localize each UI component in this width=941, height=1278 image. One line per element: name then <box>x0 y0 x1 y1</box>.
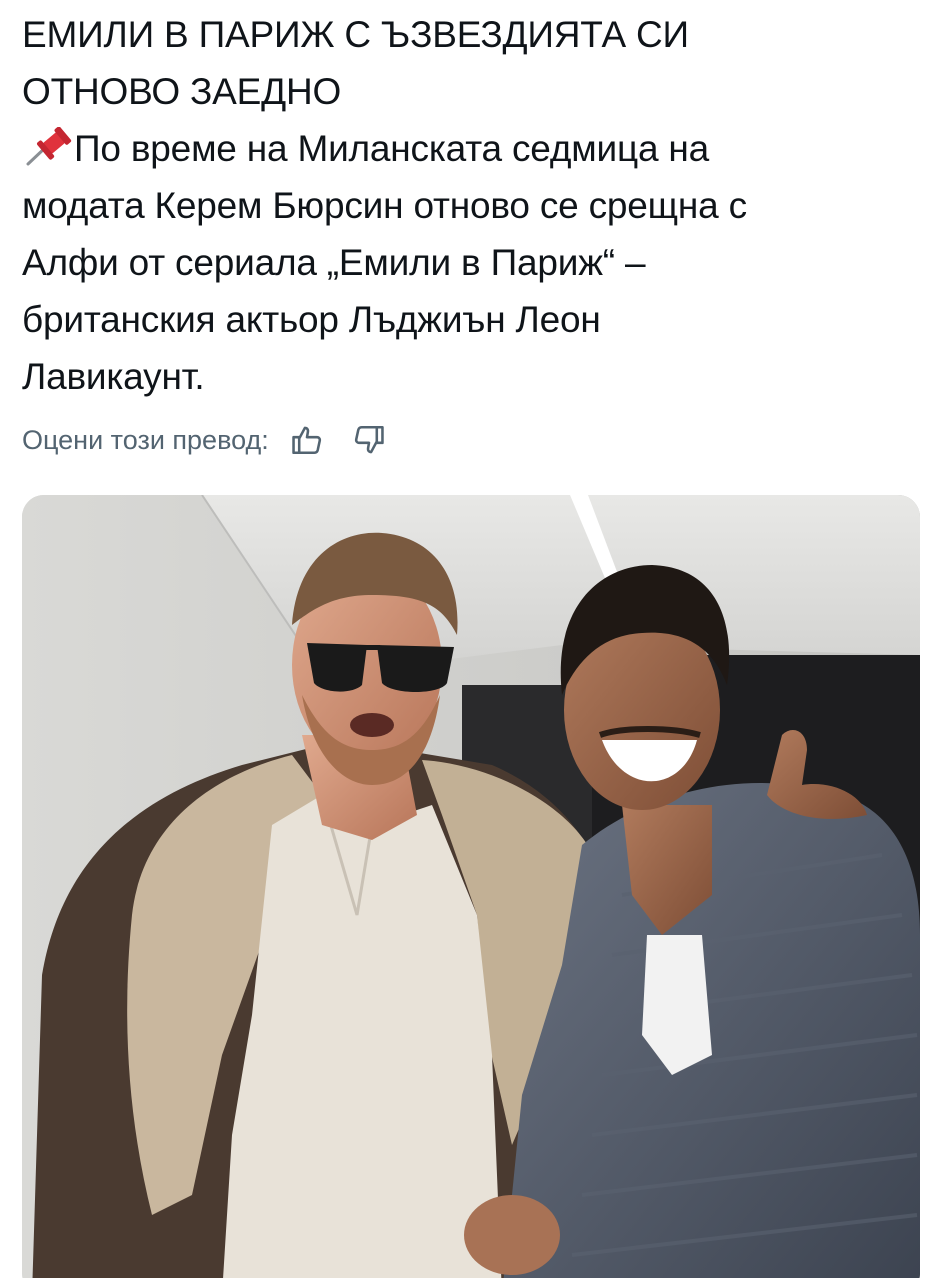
thumbs-up-button[interactable] <box>287 420 327 460</box>
post-body-line-1: По време на Миланската седмица на <box>22 120 922 177</box>
post-body-line-5: Лавикаунт. <box>22 356 205 397</box>
post-photo[interactable] <box>22 495 920 1278</box>
thumbs-down-icon <box>354 425 384 454</box>
post-title-line-2: ОТНОВО ЗАЕДНО <box>22 71 342 112</box>
post-body-line-3: Алфи от сериала „Емили в Париж“ – <box>22 242 646 283</box>
post-body-line-4: британския актьор Лъджиън Леон <box>22 299 601 340</box>
photo-two-men <box>22 495 920 1278</box>
pushpin-icon <box>22 126 74 166</box>
translation-rating: Оцени този превод: <box>22 418 389 462</box>
thumbs-up-icon <box>292 426 321 455</box>
post-body-line-2: модата Керем Бюрсин отново се срещна с <box>22 185 747 226</box>
post-body-line-1-text: По време на Миланската седмица на <box>74 128 710 169</box>
post-text: ЕМИЛИ В ПАРИЖ С ЪЗВЕЗДИЯТА СИ ОТНОВО ЗАЕ… <box>22 6 922 405</box>
thumbs-down-button[interactable] <box>349 420 389 460</box>
translation-rating-label: Оцени този превод: <box>22 424 269 455</box>
post-title-line-1: ЕМИЛИ В ПАРИЖ С ЪЗВЕЗДИЯТА СИ <box>22 14 689 55</box>
